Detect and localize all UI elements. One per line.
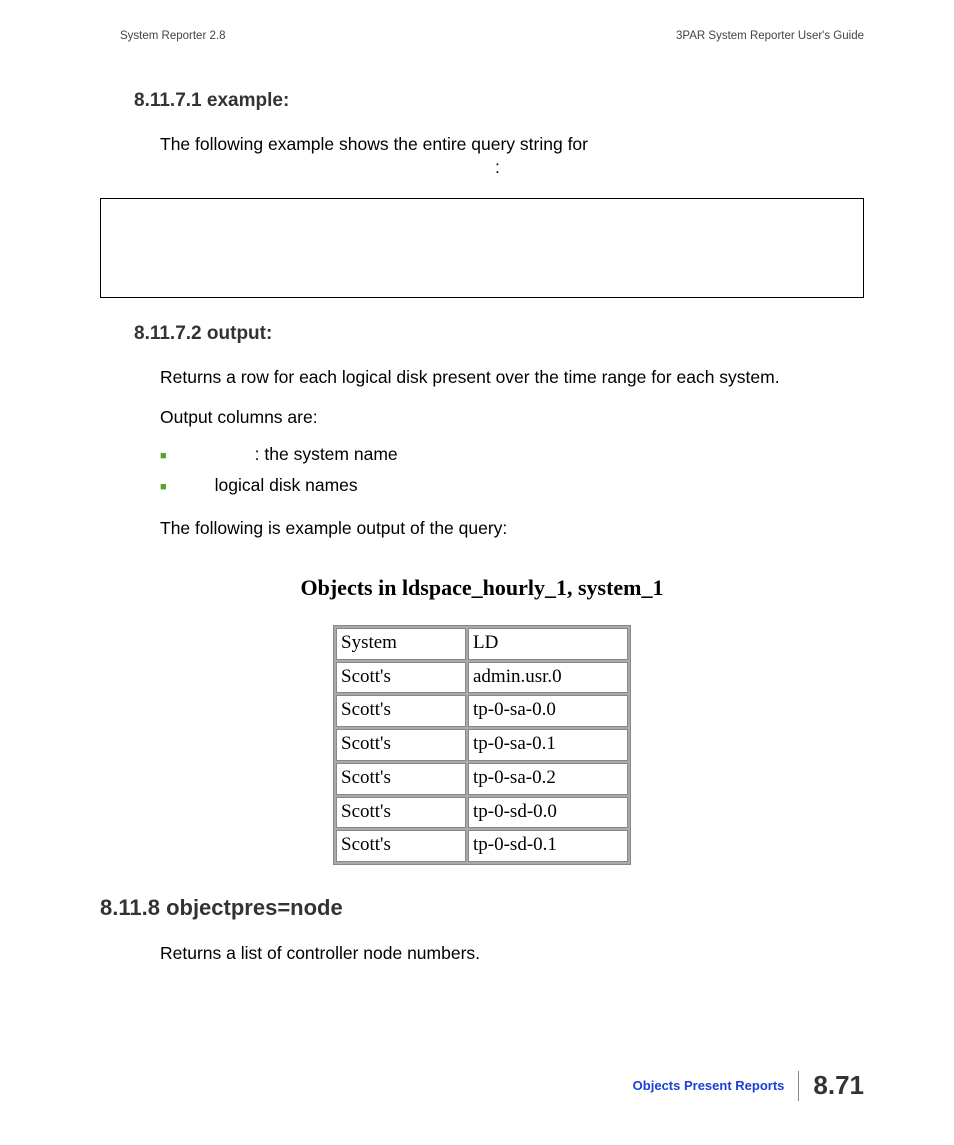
example-intro-text: The following example shows the entire q… xyxy=(160,132,824,157)
figure-caption: Objects in ldspace_hourly_1, system_1 xyxy=(100,575,864,601)
table-cell: tp-0-sa-0.0 xyxy=(468,695,628,727)
list-item: ■ logical disk names xyxy=(160,475,864,496)
objectpres-node-body: Returns a list of controller node number… xyxy=(160,941,864,966)
table-cell: LD xyxy=(468,628,628,660)
table-cell: Scott's xyxy=(336,797,466,829)
bullet-text: logical disk names xyxy=(215,475,358,496)
output-intro-text: Returns a row for each logical disk pres… xyxy=(160,365,864,390)
page-footer: Objects Present Reports 8.71 xyxy=(633,1070,864,1101)
output-example-lead: The following is example output of the q… xyxy=(160,516,864,541)
example-colon: : xyxy=(495,157,864,178)
heading-output: 8.11.7.2 output: xyxy=(134,323,864,345)
code-block-placeholder xyxy=(100,198,864,298)
list-item: ■ : the system name xyxy=(160,444,864,465)
table-cell: Scott's xyxy=(336,662,466,694)
table-row: Scott'stp-0-sd-0.0 xyxy=(336,797,628,829)
example-table: SystemLD Scott'sadmin.usr.0 Scott'stp-0-… xyxy=(333,625,631,865)
table-cell: Scott's xyxy=(336,830,466,862)
bullet-list: ■ : the system name ■ logical disk names xyxy=(160,444,864,496)
table-cell: tp-0-sd-0.1 xyxy=(468,830,628,862)
bullet-text: : the system name xyxy=(255,444,398,465)
table-row: SystemLD xyxy=(336,628,628,660)
table-cell: tp-0-sa-0.2 xyxy=(468,763,628,795)
footer-divider xyxy=(798,1071,799,1101)
footer-section-link[interactable]: Objects Present Reports xyxy=(633,1078,785,1093)
table-cell: Scott's xyxy=(336,729,466,761)
header-right: 3PAR System Reporter User's Guide xyxy=(676,30,864,42)
table-cell: Scott's xyxy=(336,695,466,727)
table-cell: System xyxy=(336,628,466,660)
table-row: Scott'sadmin.usr.0 xyxy=(336,662,628,694)
heading-objectpres-node: 8.11.8 objectpres=node xyxy=(100,895,864,921)
square-bullet-icon: ■ xyxy=(160,481,167,493)
table-row: Scott'stp-0-sa-0.0 xyxy=(336,695,628,727)
table-cell: Scott's xyxy=(336,763,466,795)
table-row: Scott'stp-0-sa-0.2 xyxy=(336,763,628,795)
page-header: System Reporter 2.8 3PAR System Reporter… xyxy=(120,30,864,42)
example-table-container: SystemLD Scott'sadmin.usr.0 Scott'stp-0-… xyxy=(100,625,864,865)
table-cell: tp-0-sa-0.1 xyxy=(468,729,628,761)
output-columns-label: Output columns are: xyxy=(160,405,864,430)
table-cell: admin.usr.0 xyxy=(468,662,628,694)
table-row: Scott'stp-0-sa-0.1 xyxy=(336,729,628,761)
table-cell: tp-0-sd-0.0 xyxy=(468,797,628,829)
table-row: Scott'stp-0-sd-0.1 xyxy=(336,830,628,862)
page-content: 8.11.7.1 example: The following example … xyxy=(100,90,864,981)
page-number: 8.71 xyxy=(813,1070,864,1101)
square-bullet-icon: ■ xyxy=(160,450,167,462)
heading-example: 8.11.7.1 example: xyxy=(134,90,864,112)
header-left: System Reporter 2.8 xyxy=(120,30,225,42)
